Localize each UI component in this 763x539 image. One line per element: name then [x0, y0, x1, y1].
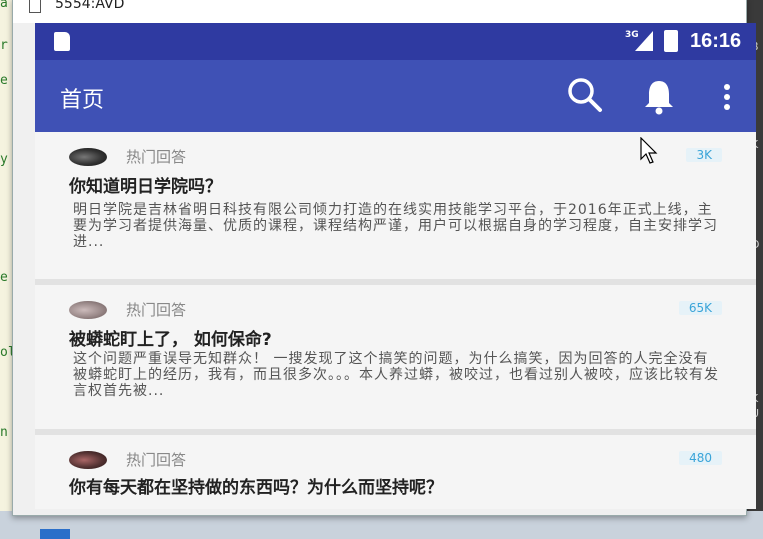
background-char: a: [0, 0, 8, 11]
sd-card-icon: [54, 32, 70, 51]
window-icon: [29, 0, 41, 13]
search-icon: [568, 78, 602, 112]
more-vert-icon: [724, 84, 730, 110]
page-title: 首页: [60, 88, 105, 113]
question-feed: 热门回答 3K 你知道明日学院吗？ 明日学院是吉林省明日科技有限公司倾力打造的在…: [35, 132, 756, 509]
question-title[interactable]: 被蟒蛇盯上了， 如何保命?: [69, 325, 272, 350]
avatar: [69, 301, 107, 319]
avatar: [69, 451, 107, 469]
status-clock: 16:16: [690, 30, 742, 52]
background-char: e: [0, 270, 8, 285]
feed-card[interactable]: 热门回答 480 你有每天都在坚持做的东西吗？为什么而坚持呢？: [35, 435, 756, 509]
window-title: 5554:AVD: [55, 0, 125, 12]
answer-excerpt: 这个问题严重误导无知群众！ 一搜发现了这个搞笑的问题，为什么搞笑，因为回答的人完…: [73, 351, 719, 399]
app-toolbar: 首页: [35, 60, 756, 132]
feed-tag: 热门回答: [126, 301, 187, 319]
emulator-window: 5554:AVD 3G 16:16 首页 热门回答 3K 你知道明日学院吗？ 明…: [12, 0, 756, 516]
signal-icon: [635, 31, 653, 51]
background-char: y: [0, 152, 8, 167]
search-button[interactable]: [563, 74, 607, 118]
notifications-button[interactable]: [637, 74, 681, 118]
background-char: e: [0, 73, 8, 88]
background-char: r: [0, 38, 8, 53]
status-bar: 3G 16:16: [35, 23, 756, 60]
window-titlebar[interactable]: 5554:AVD: [13, 0, 746, 23]
phone-screen: 3G 16:16 首页 热门回答 3K 你知道明日学院吗？ 明日学院是吉林省明日…: [35, 23, 756, 509]
more-options-button[interactable]: [705, 74, 749, 118]
mouse-cursor-icon: [640, 137, 658, 164]
answer-excerpt: 明日学院是吉林省明日科技有限公司倾力打造的在线实用技能学习平台，于2016年正式…: [73, 202, 718, 250]
count-badge: 480: [679, 451, 722, 465]
count-badge: 65K: [678, 301, 722, 315]
taskbar-item[interactable]: [40, 529, 70, 539]
bell-icon: [645, 81, 673, 115]
feed-tag: 热门回答: [126, 148, 187, 166]
question-title[interactable]: 你知道明日学院吗？: [69, 172, 222, 197]
question-title[interactable]: 你有每天都在坚持做的东西吗？为什么而坚持呢？: [69, 473, 443, 498]
count-badge: 3K: [686, 148, 722, 162]
feed-tag: 热门回答: [126, 451, 187, 469]
battery-icon: [664, 30, 678, 52]
feed-card[interactable]: 热门回答 65K 被蟒蛇盯上了， 如何保命? 这个问题严重误导无知群众！ 一搜发…: [35, 285, 756, 435]
background-char: n: [0, 425, 8, 440]
avatar: [69, 148, 107, 166]
